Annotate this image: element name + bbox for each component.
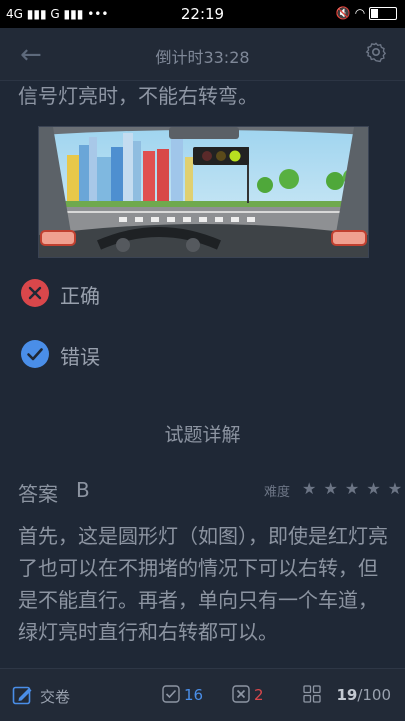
wrong-count-button[interactable] <box>232 685 250 707</box>
edit-icon <box>12 686 32 705</box>
x-box-icon <box>232 685 250 703</box>
battery-icon <box>369 7 397 20</box>
answer-label: 答案 <box>18 482 58 506</box>
status-bar: 4G ▮▮▮ G ▮▮▮ ••• 22:19 🔇 ◠ <box>0 0 405 28</box>
question-text: 信号灯亮时，不能右转弯。 <box>18 84 258 108</box>
correct-count: 16 <box>184 686 204 704</box>
checkbox-icon <box>162 685 180 703</box>
check-icon <box>21 340 49 368</box>
star-icon: ★ <box>344 479 361 498</box>
settings-button[interactable] <box>365 41 387 67</box>
difficulty-rating: ★ ★ ★ ★ ★ <box>302 479 403 498</box>
explanation-text: 首先，这是圆形灯（如图），即使是红灯亮了也可以在不拥堵的情况下可以右转，但是不能… <box>18 524 388 644</box>
mute-icon: 🔇 <box>335 6 351 20</box>
correct-count-button[interactable] <box>162 685 180 707</box>
intersection-illustration <box>39 127 368 257</box>
star-icon: ★ <box>387 479 404 498</box>
countdown-title: 倒计时33:28 <box>155 48 250 67</box>
bottom-bar: 交卷 16 2 19/100 <box>0 668 405 721</box>
option-label: 错误 <box>60 345 100 369</box>
star-icon: ★ <box>302 479 318 498</box>
question-image <box>38 126 369 258</box>
option-label: 正确 <box>60 284 100 308</box>
gear-icon <box>365 42 387 63</box>
submit-button[interactable] <box>12 685 34 709</box>
progress-current: 19 <box>336 686 358 704</box>
question-progress[interactable]: 19/100 <box>336 686 391 704</box>
difficulty-label: 难度 <box>264 485 291 500</box>
status-right: 🔇 ◠ <box>336 6 397 20</box>
star-icon: ★ <box>366 479 382 498</box>
question-grid-button[interactable] <box>303 685 321 707</box>
submit-label[interactable]: 交卷 <box>40 686 70 707</box>
wifi-icon: ◠ <box>354 6 366 20</box>
header: ← 倒计时33:28 <box>0 28 405 81</box>
progress-total: /100 <box>357 686 391 704</box>
explanation-section-title: 试题详解 <box>164 424 241 446</box>
star-icon: ★ <box>323 479 339 498</box>
close-icon <box>21 279 49 307</box>
grid-icon <box>303 685 321 703</box>
wrong-count: 2 <box>254 686 264 704</box>
answer-value: B <box>76 478 90 502</box>
